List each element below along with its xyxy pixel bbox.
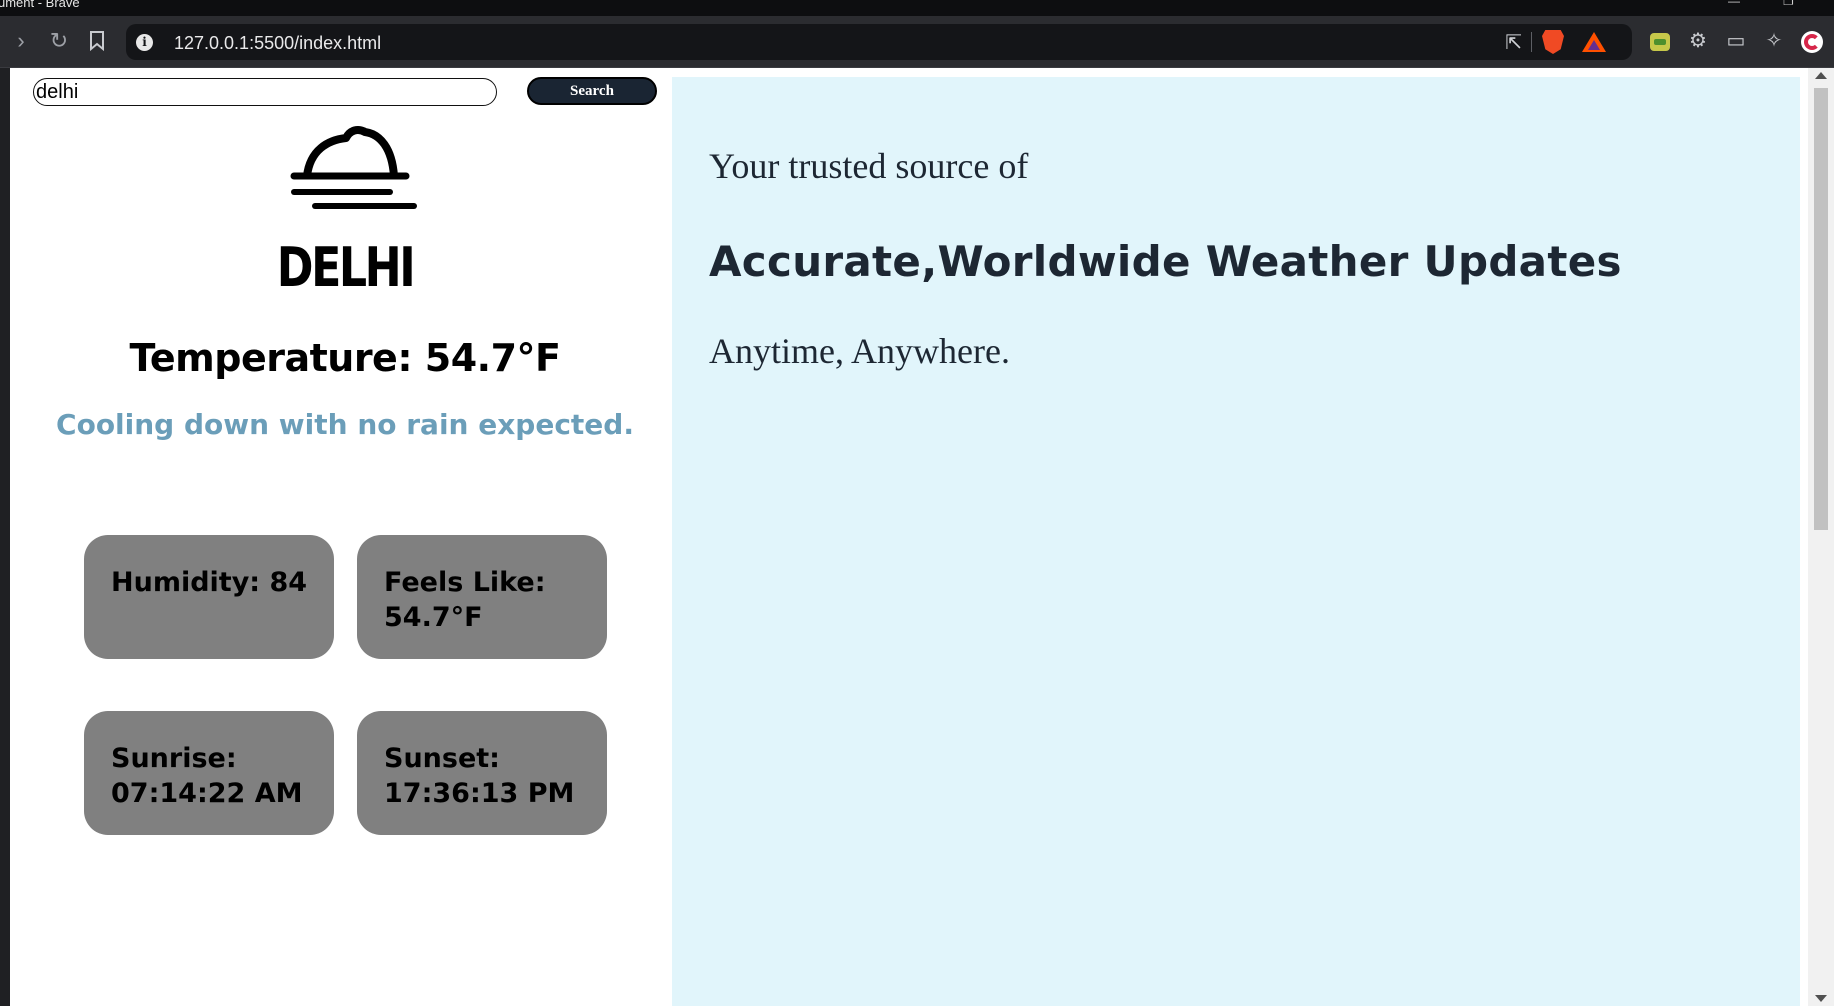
search-input[interactable]	[33, 78, 497, 106]
sunrise-card: Sunrise: 07:14:22 AM	[84, 711, 334, 835]
window-title: ument - Brave	[0, 0, 80, 10]
minimize-icon[interactable]: —	[1728, 0, 1740, 7]
hero-headline: Accurate,Worldwide Weather Updates	[709, 237, 1622, 286]
page-scrollbar[interactable]	[1808, 68, 1834, 1006]
address-bar[interactable]: i 127.0.0.1:5500/index.html ⇱	[126, 24, 1632, 60]
profile-icon[interactable]	[1801, 31, 1823, 53]
fog-icon	[290, 126, 417, 209]
share-icon[interactable]: ⇱	[1505, 30, 1522, 55]
extension-icon[interactable]	[1650, 33, 1670, 51]
temperature-readout: Temperature: 54.7°F	[129, 336, 561, 380]
feels-like-card: Feels Like: 54.7°F	[357, 535, 607, 659]
page-viewport: Search DELHI Temperature: 54.7°F Cooling…	[10, 68, 1808, 1006]
hero-panel: Your trusted source of Accurate,Worldwid…	[672, 77, 1800, 1006]
reload-icon[interactable]: ↻	[46, 28, 72, 54]
restore-icon[interactable]: ❐	[1783, 0, 1794, 7]
forward-icon[interactable]: ›	[8, 28, 34, 54]
wallet-icon[interactable]: ▭	[1725, 30, 1747, 52]
scroll-down-arrow-icon[interactable]	[1815, 995, 1827, 1002]
brave-rewards-icon[interactable]	[1582, 32, 1606, 52]
address-url[interactable]: 127.0.0.1:5500/index.html	[174, 33, 381, 54]
extensions-puzzle-icon[interactable]: ⚙	[1687, 30, 1709, 52]
address-divider	[1531, 32, 1532, 52]
hero-tagline: Anytime, Anywhere.	[709, 331, 1010, 371]
leo-ai-icon[interactable]: ✧	[1763, 30, 1785, 52]
weather-panel: Search DELHI Temperature: 54.7°F Cooling…	[10, 68, 672, 1006]
hero-intro: Your trusted source of	[709, 146, 1029, 186]
brave-shields-icon[interactable]	[1542, 30, 1564, 54]
scroll-up-arrow-icon[interactable]	[1815, 72, 1827, 79]
window-left-edge	[0, 68, 10, 1006]
city-name: DELHI	[276, 236, 416, 299]
window-titlebar: ument - Brave — ❐	[0, 0, 1834, 16]
browser-toolbar: › ↻ i 127.0.0.1:5500/index.html ⇱ ⚙ ▭ ✧	[0, 16, 1834, 68]
search-button[interactable]: Search	[527, 77, 657, 105]
site-info-icon[interactable]: i	[136, 34, 153, 51]
bookmark-icon[interactable]	[84, 28, 110, 54]
scroll-thumb[interactable]	[1814, 88, 1828, 530]
humidity-card: Humidity: 84	[84, 535, 334, 659]
weather-description: Cooling down with no rain expected.	[56, 408, 634, 441]
sunset-card: Sunset: 17:36:13 PM	[357, 711, 607, 835]
